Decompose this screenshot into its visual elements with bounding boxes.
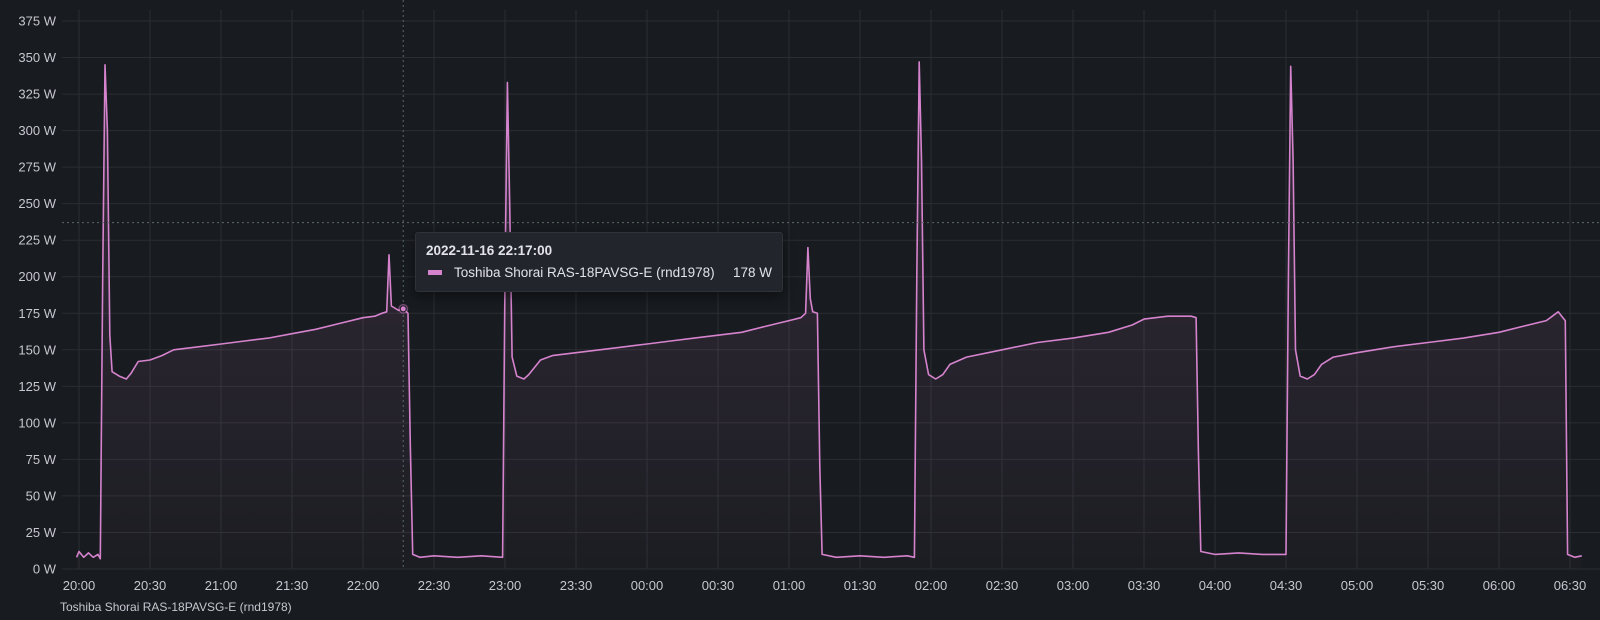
x-tick-label: 01:30: [844, 578, 877, 593]
y-tick-label: 0 W: [33, 562, 57, 577]
x-tick-label: 05:30: [1412, 578, 1445, 593]
x-tick-label: 06:30: [1554, 578, 1587, 593]
x-tick-label: 21:00: [205, 578, 238, 593]
x-tick-label: 01:00: [773, 578, 806, 593]
y-tick-label: 150 W: [18, 342, 56, 357]
y-tick-label: 375 W: [18, 14, 56, 29]
y-tick-label: 100 W: [18, 415, 56, 430]
y-tick-label: 125 W: [18, 379, 56, 394]
tooltip-series-swatch: [428, 270, 442, 275]
x-tick-label: 02:30: [986, 578, 1019, 593]
x-tick-label: 05:00: [1341, 578, 1374, 593]
y-tick-label: 200 W: [18, 269, 56, 284]
hover-point: [399, 305, 407, 313]
tooltip-series-value: 178 W: [732, 265, 772, 280]
series-area: [76, 61, 1582, 570]
x-tick-label: 23:00: [489, 578, 522, 593]
legend[interactable]: Toshiba Shorai RAS-18PAVSG-E (rnd1978): [60, 600, 292, 620]
x-tick-label: 03:00: [1057, 578, 1090, 593]
y-tick-label: 250 W: [18, 196, 56, 211]
y-tick-label: 75 W: [26, 452, 57, 467]
legend-item[interactable]: Toshiba Shorai RAS-18PAVSG-E (rnd1978): [60, 600, 292, 614]
series-layer: [75, 61, 1582, 570]
x-tick-label: 21:30: [276, 578, 309, 593]
y-tick-label: 175 W: [18, 306, 56, 321]
power-chart: 0 W 25 W 50 W 75 W 100 W 125 W 150 W 175 W 200 W…: [18, 0, 1600, 593]
y-tick-label: 275 W: [18, 160, 56, 175]
x-tick-label: 22:30: [418, 578, 451, 593]
x-tick-label: 20:00: [63, 578, 96, 593]
x-tick-label: 06:00: [1483, 578, 1516, 593]
tooltip-time: 2022-11-16 22:17:00: [426, 243, 553, 258]
y-tick-label: 325 W: [18, 87, 56, 102]
x-axis: 20:00 20:30 21:00 21:30 22:00 22:30 23:00 23:30…: [63, 578, 1587, 593]
x-tick-label: 03:30: [1128, 578, 1161, 593]
x-tick-label: 04:30: [1270, 578, 1303, 593]
x-tick-label: 23:30: [560, 578, 593, 593]
tooltip-row: Toshiba Shorai RAS-18PAVSG-E (rnd1978) 1…: [426, 265, 772, 280]
y-tick-label: 50 W: [26, 488, 57, 503]
x-tick-label: 00:00: [631, 578, 664, 593]
x-tick-label: 02:00: [915, 578, 948, 593]
x-tick-label: 00:30: [702, 578, 735, 593]
y-tick-label: 25 W: [26, 525, 57, 540]
y-axis: 0 W 25 W 50 W 75 W 100 W 125 W 150 W 175 W 200 W…: [18, 14, 56, 577]
y-tick-label: 350 W: [18, 50, 56, 65]
tooltip-series-name: Toshiba Shorai RAS-18PAVSG-E (rnd1978): [454, 265, 715, 280]
x-tick-label: 04:00: [1199, 578, 1232, 593]
y-tick-label: 300 W: [18, 123, 56, 138]
x-tick-label: 22:00: [347, 578, 380, 593]
y-tick-label: 225 W: [18, 233, 56, 248]
x-tick-label: 20:30: [134, 578, 167, 593]
tooltip: 2022-11-16 22:17:00 Toshiba Shorai RAS-1…: [415, 232, 783, 292]
